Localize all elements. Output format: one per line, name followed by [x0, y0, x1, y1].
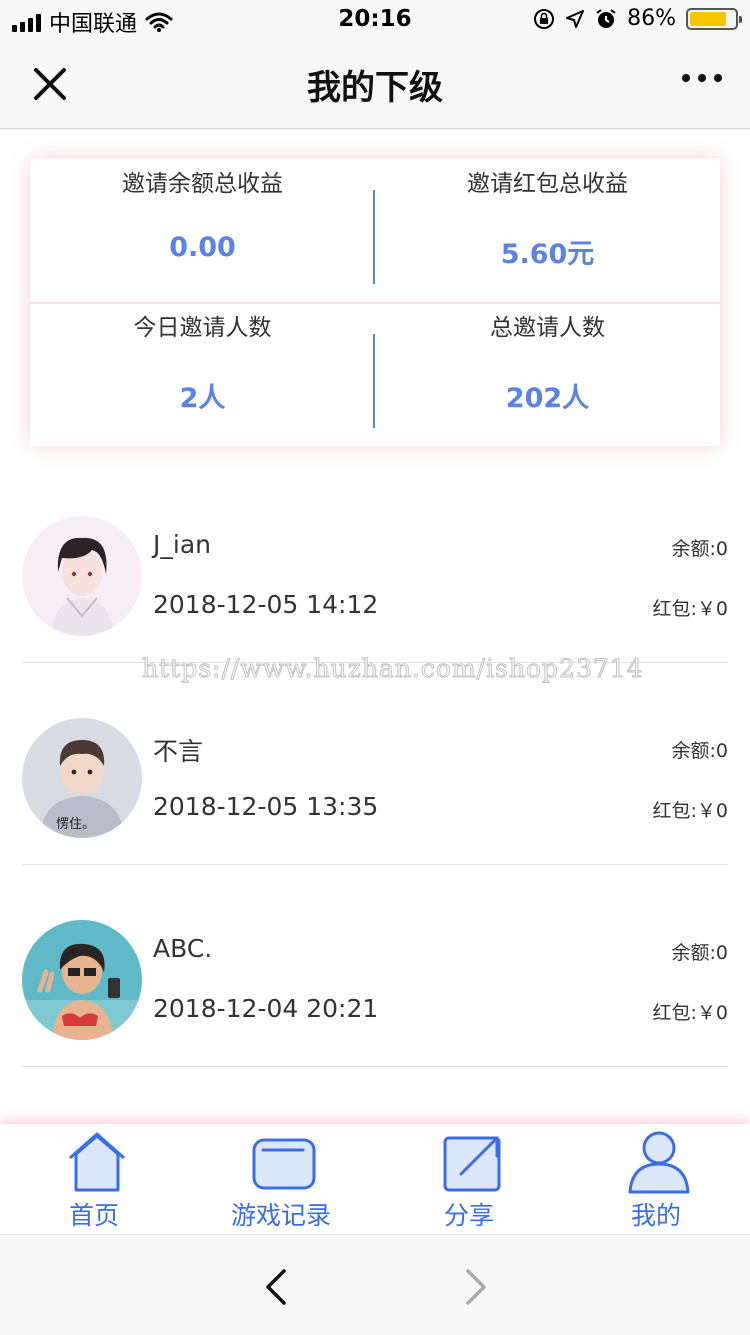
- member-name: ABC.: [153, 934, 213, 963]
- member-redpacket: 红包:￥0: [652, 598, 729, 620]
- member-name: 不言: [153, 737, 204, 766]
- stat-label: 邀请红包总收益: [467, 171, 628, 197]
- nav-bar: 我的下级: [0, 40, 750, 129]
- tab-mine[interactable]: 我的: [562, 1124, 750, 1234]
- battery-percent: 86%: [627, 6, 676, 31]
- member-balance: 余额:0: [671, 740, 729, 762]
- list-item[interactable]: 愣住。 不言 2018-12-05 13:35 余额:0 红包:￥0: [22, 704, 728, 906]
- tab-label: 分享: [443, 1201, 494, 1230]
- member-date: 2018-12-05 14:12: [153, 590, 379, 619]
- list-item[interactable]: ABC. 2018-12-04 20:21 余额:0 红包:￥0: [22, 906, 728, 1108]
- member-redpacket: 红包:￥0: [652, 800, 729, 822]
- member-date: 2018-12-04 20:21: [153, 994, 379, 1023]
- stat-label: 邀请余额总收益: [122, 171, 283, 197]
- tab-bar: 首页 游戏记录 分享 我的: [0, 1124, 750, 1234]
- page-title: 我的下级: [307, 68, 443, 108]
- stat-value: 202人: [505, 383, 590, 414]
- divider: [22, 1066, 728, 1067]
- status-bar: 中国联通 20:16 86%: [0, 0, 750, 40]
- stat-invite-balance: 邀请余额总收益 0.00: [30, 158, 375, 302]
- stats-row-invites: 今日邀请人数 2人 总邀请人数 202人: [30, 302, 720, 446]
- status-right: 86%: [533, 6, 742, 31]
- stats-card: 邀请余额总收益 0.00 邀请红包总收益 5.60元 今日邀请人数 2人 总邀请…: [30, 158, 720, 446]
- user-icon: [628, 1131, 690, 1194]
- tab-label: 游戏记录: [230, 1201, 331, 1230]
- alarm-icon: [596, 8, 616, 28]
- game-record-icon: [252, 1138, 316, 1190]
- member-date: 2018-12-05 13:35: [153, 792, 379, 821]
- avatar: 愣住。: [22, 718, 142, 838]
- browser-toolbar: [0, 1234, 750, 1335]
- tab-label: 我的: [630, 1201, 681, 1230]
- avatar: [22, 920, 142, 1040]
- stats-row-earnings: 邀请余额总收益 0.00 邀请红包总收益 5.60元: [30, 158, 720, 302]
- member-redpacket: 红包:￥0: [652, 1002, 729, 1024]
- back-arrow-icon[interactable]: [262, 1267, 292, 1307]
- stat-invite-redpacket: 邀请红包总收益 5.60元: [375, 158, 720, 302]
- stat-today-invites: 今日邀请人数 2人: [30, 302, 375, 446]
- battery-icon: [686, 7, 742, 30]
- member-name: J_ian: [153, 530, 211, 559]
- location-icon: [566, 9, 585, 28]
- rotation-lock-icon: [534, 8, 555, 29]
- member-balance: 余额:0: [671, 942, 729, 964]
- stat-value: 0.00: [169, 232, 236, 263]
- tab-home[interactable]: 首页: [0, 1124, 188, 1234]
- tab-share[interactable]: 分享: [375, 1124, 563, 1234]
- divider: [22, 864, 728, 865]
- stat-label: 总邀请人数: [490, 315, 605, 341]
- stat-value: 2人: [179, 383, 226, 414]
- stat-label: 今日邀请人数: [133, 315, 272, 341]
- member-balance: 余额:0: [671, 538, 729, 560]
- more-icon[interactable]: [682, 74, 722, 82]
- tab-game-record[interactable]: 游戏记录: [187, 1124, 375, 1234]
- stat-total-invites: 总邀请人数 202人: [375, 302, 720, 446]
- avatar: [22, 516, 142, 636]
- home-icon: [69, 1132, 125, 1192]
- share-icon: [443, 1136, 501, 1192]
- tab-label: 首页: [68, 1201, 119, 1230]
- stat-value: 5.60元: [500, 239, 595, 270]
- watermark-text: https://www.huzhan.com/ishop23714: [142, 654, 644, 684]
- avatar-caption: 愣住。: [56, 817, 95, 832]
- forward-arrow-icon[interactable]: [460, 1267, 490, 1307]
